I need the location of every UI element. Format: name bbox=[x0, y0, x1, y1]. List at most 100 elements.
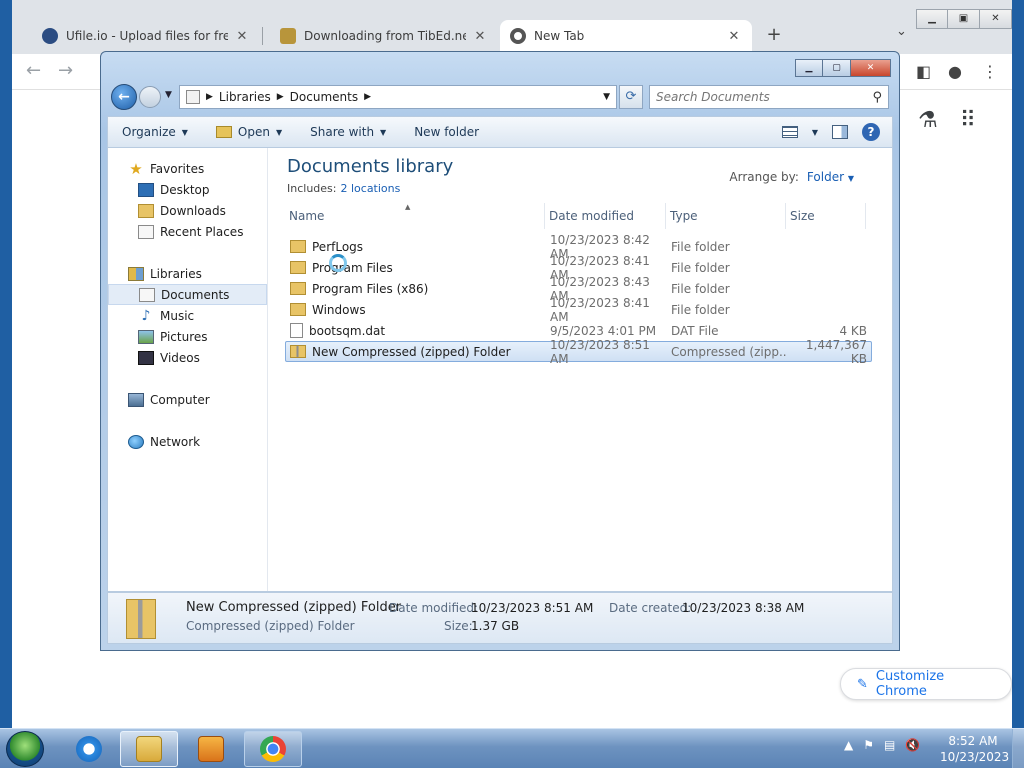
nav-music[interactable]: ♪ Music bbox=[108, 305, 267, 326]
nav-downloads[interactable]: Downloads bbox=[108, 200, 267, 221]
file-type: File folder bbox=[671, 260, 730, 275]
breadcrumb-arrow-icon[interactable]: ▶ bbox=[277, 92, 284, 102]
nav-videos[interactable]: Videos bbox=[108, 347, 267, 368]
videos-icon bbox=[138, 350, 154, 365]
show-desktop-button[interactable] bbox=[1012, 729, 1024, 768]
side-panel-icon[interactable]: ◧ bbox=[916, 62, 931, 81]
close-button[interactable]: ✕ bbox=[851, 59, 891, 77]
labs-flask-icon[interactable]: ⚗ bbox=[918, 108, 938, 133]
minimize-button[interactable]: ▁ bbox=[795, 59, 823, 77]
command-bar: Organize ▼ Open ▼ Share with ▼ New folde… bbox=[107, 116, 893, 148]
help-icon[interactable]: ? bbox=[862, 123, 880, 141]
column-date-modified[interactable]: Date modified bbox=[545, 203, 666, 229]
nav-favorites[interactable]: ★ Favorites bbox=[108, 158, 267, 179]
breadcrumb-arrow-icon[interactable]: ▶ bbox=[206, 92, 213, 102]
folder-icon bbox=[290, 261, 306, 274]
locations-link[interactable]: 2 locations bbox=[340, 182, 400, 195]
tab-tibed[interactable]: Downloading from TibEd.net ✕ bbox=[270, 20, 498, 52]
nav-label: Pictures bbox=[160, 329, 208, 344]
volume-muted-icon[interactable]: 🔇 bbox=[905, 738, 920, 752]
column-size[interactable]: Size bbox=[786, 203, 866, 229]
network-status-icon[interactable]: ▤ bbox=[884, 738, 895, 752]
chevron-down-icon[interactable]: ▼ bbox=[812, 128, 818, 137]
maximize-button[interactable]: ▢ bbox=[823, 59, 851, 77]
share-with-button[interactable]: Share with ▼ bbox=[296, 125, 400, 139]
file-row-selected[interactable]: New Compressed (zipped) Folder 10/23/202… bbox=[285, 338, 872, 366]
search-icon[interactable]: ⚲ bbox=[872, 90, 882, 105]
nav-recent-places[interactable]: Recent Places bbox=[108, 221, 267, 242]
address-bar[interactable]: ▶ Libraries ▶ Documents ▶ ▼ bbox=[179, 85, 617, 109]
breadcrumb-documents[interactable]: Documents bbox=[290, 90, 358, 104]
organize-button[interactable]: Organize ▼ bbox=[108, 125, 202, 139]
file-list-pane: Documents library Includes: 2 locations A… bbox=[269, 148, 892, 591]
new-tab-button[interactable]: + bbox=[762, 24, 786, 45]
nav-pictures[interactable]: Pictures bbox=[108, 326, 267, 347]
forward-button[interactable] bbox=[139, 86, 161, 108]
close-icon[interactable]: ✕ bbox=[726, 29, 742, 44]
nav-libraries[interactable]: Libraries bbox=[108, 263, 267, 284]
refresh-button[interactable]: ⟳ bbox=[619, 85, 643, 109]
zip-folder-icon bbox=[290, 345, 306, 358]
nav-computer[interactable]: Computer bbox=[108, 389, 267, 410]
zip-folder-icon bbox=[126, 599, 156, 639]
file-name: PerfLogs bbox=[312, 239, 364, 254]
recent-pages-chevron-icon[interactable]: ▼ bbox=[165, 90, 172, 100]
more-menu-icon[interactable]: ⋮ bbox=[982, 62, 998, 81]
minimize-button[interactable]: ▁ bbox=[916, 9, 948, 29]
customize-chrome-button[interactable]: ✎ Customize Chrome bbox=[840, 668, 1012, 700]
column-type[interactable]: Type bbox=[666, 203, 786, 229]
search-input[interactable] bbox=[656, 90, 873, 104]
customize-chrome-label: Customize Chrome bbox=[875, 669, 945, 699]
nav-network[interactable]: Network bbox=[108, 431, 267, 452]
profile-avatar-icon[interactable]: ● bbox=[948, 62, 962, 81]
address-dropdown-icon[interactable]: ▼ bbox=[603, 92, 610, 102]
taskbar-internet-explorer[interactable] bbox=[60, 731, 118, 767]
new-folder-label: New folder bbox=[414, 125, 480, 139]
back-arrow-icon[interactable]: ← bbox=[26, 60, 41, 81]
breadcrumb-libraries[interactable]: Libraries bbox=[219, 90, 271, 104]
file-name-cell: Program Files bbox=[286, 261, 546, 275]
chrome-window-controls: ▁ ▣ ✕ bbox=[916, 9, 1012, 29]
close-button[interactable]: ✕ bbox=[980, 9, 1012, 29]
nav-desktop[interactable]: Desktop bbox=[108, 179, 267, 200]
nav-label: Music bbox=[160, 308, 195, 323]
back-button[interactable]: ← bbox=[111, 84, 137, 110]
tab-new-tab[interactable]: New Tab ✕ bbox=[500, 20, 752, 52]
start-button[interactable] bbox=[6, 731, 44, 767]
close-icon[interactable]: ✕ bbox=[472, 29, 488, 44]
breadcrumb-arrow-icon[interactable]: ▶ bbox=[364, 92, 371, 102]
details-file-type: Compressed (zipped) Folder bbox=[186, 619, 355, 633]
tab-search-chevron-icon[interactable]: ⌄ bbox=[896, 24, 907, 39]
taskbar-windows-explorer[interactable] bbox=[120, 731, 178, 767]
search-box[interactable]: ⚲ bbox=[649, 85, 889, 109]
libraries-icon bbox=[128, 266, 144, 281]
file-name-cell: bootsqm.dat bbox=[286, 323, 546, 338]
arrange-by-dropdown[interactable]: Folder ▼ bbox=[807, 170, 854, 184]
apps-grid-icon[interactable]: ⠿ bbox=[960, 108, 976, 133]
open-button[interactable]: Open ▼ bbox=[202, 125, 296, 139]
new-folder-button[interactable]: New folder bbox=[400, 125, 493, 139]
column-name[interactable]: ▲ Name bbox=[285, 203, 545, 229]
action-center-flag-icon[interactable]: ⚑ bbox=[863, 738, 874, 752]
arrange-label: Arrange by: bbox=[729, 170, 799, 184]
file-row[interactable]: Windows 10/23/2023 8:41 AM File folder bbox=[285, 296, 872, 324]
maximize-button[interactable]: ▣ bbox=[948, 9, 980, 29]
nav-label: Desktop bbox=[160, 182, 210, 197]
change-view-icon[interactable] bbox=[781, 126, 798, 138]
forward-arrow-icon[interactable]: → bbox=[58, 60, 73, 81]
nav-label: Libraries bbox=[150, 266, 202, 281]
taskbar-media-player[interactable] bbox=[182, 731, 240, 767]
close-icon[interactable]: ✕ bbox=[234, 29, 250, 44]
nav-documents[interactable]: Documents bbox=[108, 284, 267, 305]
preview-pane-icon[interactable] bbox=[832, 125, 848, 139]
network-icon bbox=[128, 434, 144, 449]
tab-ufile[interactable]: Ufile.io - Upload files for free & s ✕ bbox=[32, 20, 260, 52]
explorer-body: ★ Favorites Desktop Downloads Recent Plac… bbox=[107, 148, 893, 592]
details-size: 1.37 GB bbox=[471, 619, 520, 633]
clock[interactable]: 8:52 AM 10/23/2023 bbox=[940, 733, 1009, 765]
chevron-down-icon: ▼ bbox=[275, 127, 283, 137]
taskbar-chrome[interactable] bbox=[244, 731, 302, 767]
show-hidden-icons-icon[interactable]: ▲ bbox=[844, 738, 853, 752]
tab-strip: Ufile.io - Upload files for free & s ✕ D… bbox=[12, 0, 1012, 54]
